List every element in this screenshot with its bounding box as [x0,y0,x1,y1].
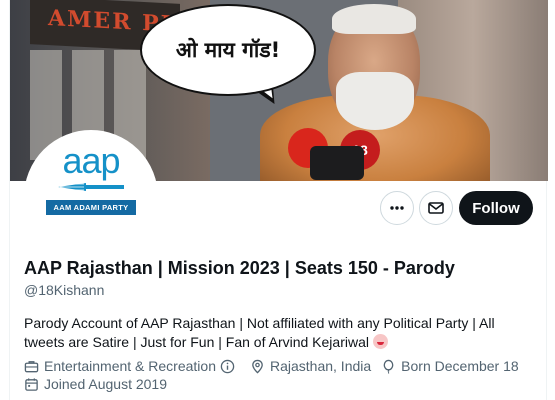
profile-card: AMER PL 18 ओ माय गॉड! aap AAM ADAMI PART… [9,0,548,400]
calendar-icon [25,377,38,391]
profile-bio: Parody Account of AAP Rajasthan | Not af… [24,314,524,352]
profile-birthday: Born December 18 [381,358,519,374]
profile-birthday-text: Born December 18 [401,358,519,374]
info-icon[interactable] [220,359,235,374]
avatar-party-banner: AAM ADAMI PARTY [45,200,137,215]
clown-face-emoji [372,334,388,349]
profile-handle: @18Kishann [24,282,105,298]
profile-meta-row: Entertainment & Recreation Rajasthan, In… [24,358,529,374]
balloon-icon [383,359,394,374]
broom-icon [58,183,124,191]
profile-display-name: AAP Rajasthan | Mission 2023 | Seats 150… [24,258,455,278]
profile-category: Entertainment & Recreation [24,358,240,374]
location-pin-icon [252,359,263,373]
profile-category-text: Entertainment & Recreation [44,358,216,374]
follow-button[interactable]: Follow [459,191,533,225]
speech-bubble: ओ माय गॉड! [140,4,316,96]
avatar-logo-text: aap [62,140,120,181]
message-button[interactable] [419,191,453,225]
profile-location: Rajasthan, India [250,358,371,374]
banner-person-hair [332,4,416,34]
speech-bubble-text: ओ माय गॉड! [175,38,281,62]
banner-person-beard [336,72,414,130]
ellipsis-icon [390,206,404,210]
profile-joined: Joined August 2019 [24,376,167,392]
profile-location-text: Rajasthan, India [269,358,372,374]
envelope-icon [428,202,444,214]
profile-bio-text: Parody Account of AAP Rajasthan | Not af… [24,315,495,350]
avatar[interactable]: aap AAM ADAMI PARTY [24,130,158,264]
profile-joined-text: Joined August 2019 [44,376,167,392]
profile-meta-row: Joined August 2019 [24,376,177,392]
more-button[interactable] [380,191,414,225]
microphone [310,146,364,180]
briefcase-icon [24,360,39,372]
